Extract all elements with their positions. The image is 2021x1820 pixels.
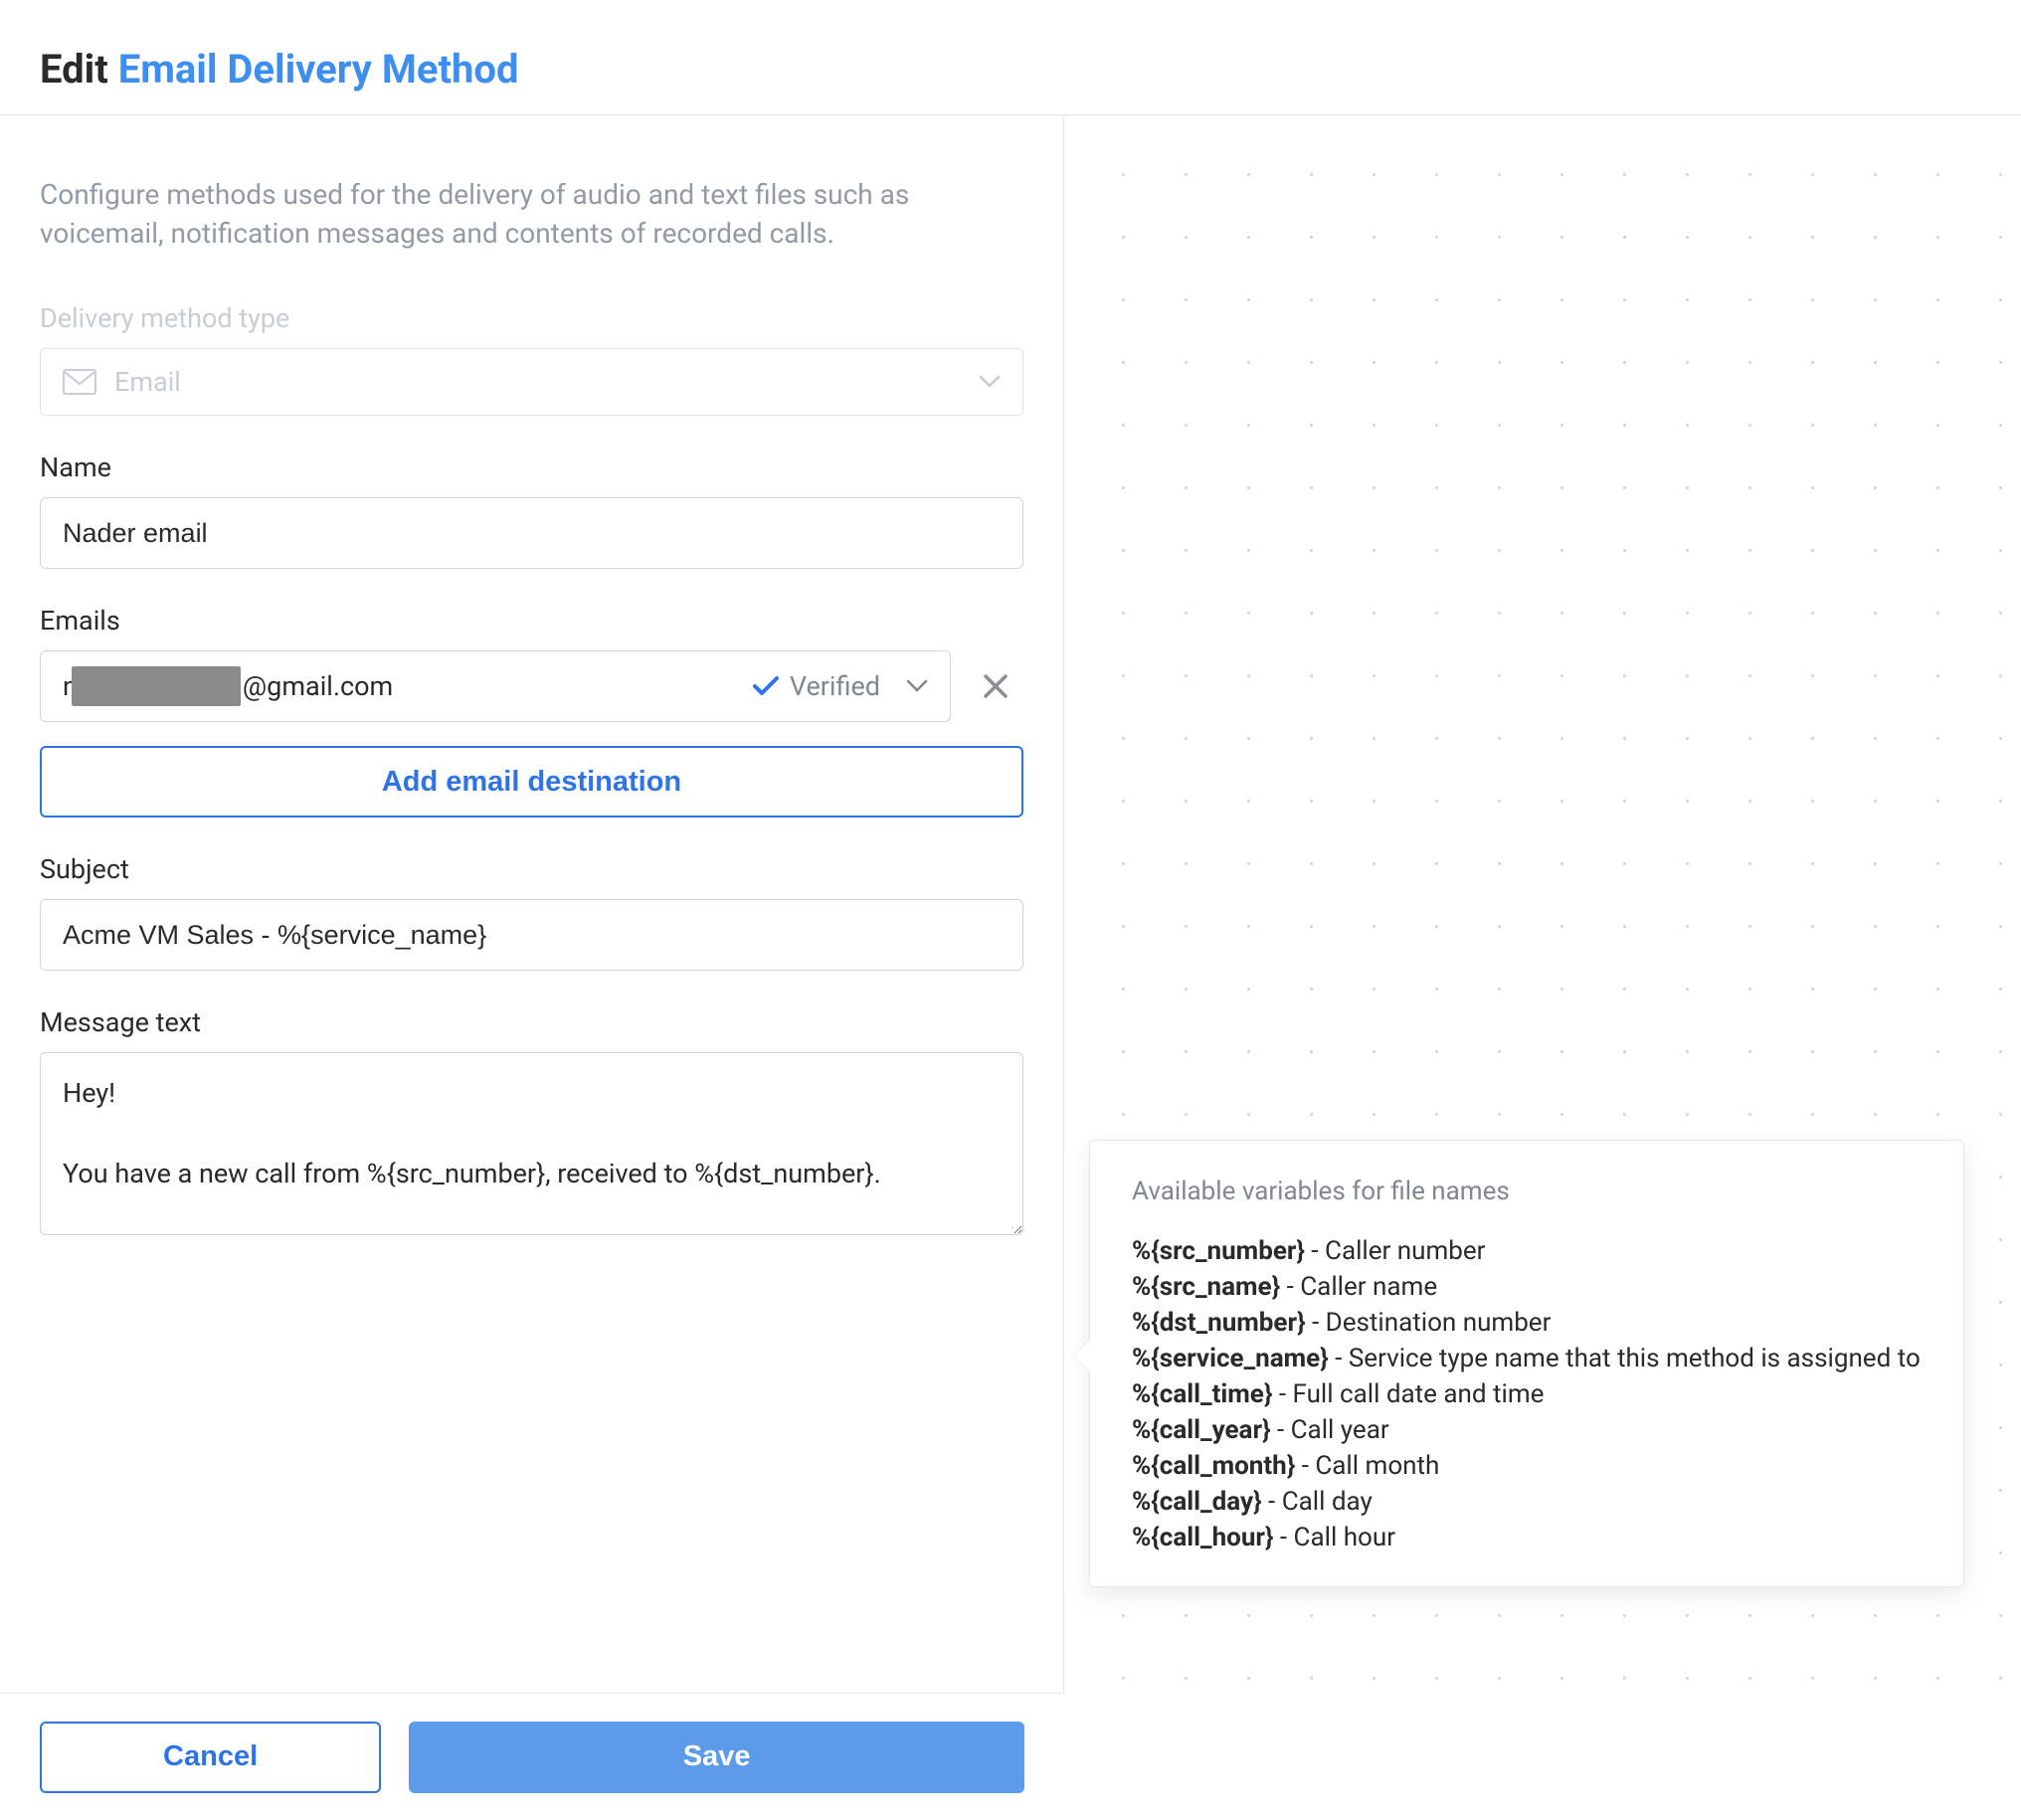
canvas-panel: Available variables for file names %{src… — [1064, 115, 2021, 1693]
variable-desc: - Service type name that this method is … — [1329, 1344, 1921, 1373]
variable-item: %{call_month} - Call month — [1132, 1451, 1922, 1481]
page-title: Edit Email Delivery Method — [40, 46, 1981, 92]
mail-icon — [63, 369, 96, 395]
variable-desc: - Call hour — [1273, 1523, 1395, 1552]
email-verified-badge: Verified — [752, 670, 880, 702]
email-select[interactable]: n @gmail.com Verified — [40, 650, 951, 722]
label-message-text: Message text — [40, 1006, 1023, 1038]
subject-input[interactable] — [40, 899, 1023, 971]
add-email-destination-button[interactable]: Add email destination — [40, 746, 1023, 818]
chevron-down-icon — [979, 375, 1001, 389]
variable-key: %{call_month} — [1132, 1451, 1295, 1481]
select-delivery-type-value: Email — [114, 366, 181, 398]
label-emails: Emails — [40, 605, 1023, 637]
title-entity-name: Email Delivery Method — [118, 46, 519, 92]
message-textarea[interactable] — [40, 1052, 1023, 1235]
variable-item: %{call_time} - Full call date and time — [1132, 1379, 1922, 1409]
page-header: Edit Email Delivery Method — [0, 0, 2021, 115]
form-description: Configure methods used for the delivery … — [40, 175, 1023, 253]
variables-tooltip: Available variables for file names %{src… — [1089, 1140, 1964, 1587]
email-redacted-part — [72, 666, 241, 706]
variable-key: %{call_year} — [1132, 1415, 1271, 1445]
variable-desc: - Destination number — [1306, 1308, 1552, 1338]
save-button[interactable]: Save — [409, 1722, 1024, 1793]
check-icon — [752, 675, 780, 697]
label-subject: Subject — [40, 853, 1023, 885]
verified-label: Verified — [790, 670, 880, 702]
field-emails: Emails n @gmail.com Verified — [40, 605, 1023, 818]
remove-email-button[interactable] — [981, 671, 1010, 701]
name-input[interactable] — [40, 497, 1023, 569]
variable-desc: - Call month — [1295, 1451, 1439, 1481]
email-suffix: @gmail.com — [243, 670, 752, 702]
variable-desc: - Full call date and time — [1272, 1379, 1544, 1409]
variables-list: %{src_number} - Caller number %{src_name}… — [1132, 1236, 1922, 1552]
variable-desc: - Caller number — [1305, 1236, 1486, 1266]
select-delivery-type: Email — [40, 348, 1023, 416]
variables-tooltip-title: Available variables for file names — [1132, 1177, 1922, 1206]
variable-item: %{call_year} - Call year — [1132, 1415, 1922, 1445]
title-edit-prefix: Edit — [40, 46, 108, 92]
variable-item: %{call_hour} - Call hour — [1132, 1523, 1922, 1552]
variable-item: %{src_name} - Caller name — [1132, 1272, 1922, 1302]
label-delivery-type: Delivery method type — [40, 302, 1023, 334]
variable-key: %{call_hour} — [1132, 1523, 1273, 1552]
form-footer: Cancel Save — [0, 1693, 1064, 1820]
variable-item: %{service_name} - Service type name that… — [1132, 1344, 1922, 1373]
field-name: Name — [40, 452, 1023, 569]
field-message-text: Message text — [40, 1006, 1023, 1239]
variable-desc: - Call year — [1271, 1415, 1389, 1445]
variable-key: %{src_name} — [1132, 1272, 1280, 1302]
variable-desc: - Caller name — [1280, 1272, 1437, 1302]
variable-key: %{dst_number} — [1132, 1308, 1306, 1338]
cancel-button[interactable]: Cancel — [40, 1722, 381, 1793]
variable-item: %{dst_number} - Destination number — [1132, 1308, 1922, 1338]
variable-key: %{call_time} — [1132, 1379, 1272, 1409]
field-subject: Subject — [40, 853, 1023, 971]
variable-key: %{call_day} — [1132, 1487, 1262, 1517]
variable-item: %{src_number} - Caller number — [1132, 1236, 1922, 1266]
variable-item: %{call_day} - Call day — [1132, 1487, 1922, 1517]
chevron-down-icon[interactable] — [906, 679, 928, 693]
variable-desc: - Call day — [1262, 1487, 1373, 1517]
variable-key: %{service_name} — [1132, 1344, 1329, 1373]
variable-key: %{src_number} — [1132, 1236, 1305, 1266]
label-name: Name — [40, 452, 1023, 483]
form-panel: Configure methods used for the delivery … — [0, 115, 1064, 1693]
field-delivery-type: Delivery method type Email — [40, 302, 1023, 416]
